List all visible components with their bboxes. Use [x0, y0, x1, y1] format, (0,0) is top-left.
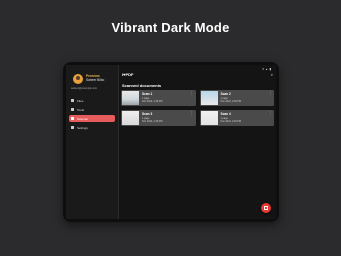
scan-fab-button[interactable]	[261, 203, 271, 213]
sidebar-item-label: Files	[77, 98, 84, 103]
more-options-icon[interactable]: ⋮	[269, 111, 273, 115]
more-options-icon[interactable]: ⋮	[269, 91, 273, 95]
sidebar-item-tools[interactable]: Tools	[69, 106, 115, 113]
document-thumbnail	[122, 91, 139, 105]
app-screen: ▾ ▴ ▮ Premium Saheer Bilbo saheer@exampl…	[66, 65, 276, 219]
document-thumbnail	[122, 111, 139, 125]
document-thumbnail	[200, 91, 218, 105]
document-title: Scan 3	[142, 112, 153, 116]
folder-icon	[71, 99, 74, 102]
sidebar-item-label: Settings	[77, 125, 88, 130]
document-date: Nov 2022, 2:48 PM	[142, 120, 163, 123]
document-meta: 1 page Nov 2022, 2:48 PM	[142, 97, 162, 103]
navigation-drawer: Premium Saheer Bilbo saheer@example.com …	[66, 65, 119, 219]
avatar[interactable]	[73, 74, 83, 84]
sidebar-item-settings[interactable]: Settings	[69, 124, 115, 131]
app-bar: I♥PDF ⌕	[122, 71, 273, 79]
tools-icon	[71, 108, 74, 111]
document-card[interactable]: Scan 3 1 page Nov 2022, 2:48 PM ⋮	[121, 110, 196, 126]
headline: Vibrant Dark Mode	[111, 20, 230, 35]
document-title: Scan 1	[142, 92, 153, 96]
more-options-icon[interactable]: ⋮	[190, 111, 194, 115]
tablet-frame: ▾ ▴ ▮ Premium Saheer Bilbo saheer@exampl…	[63, 62, 279, 222]
document-card[interactable]: Scan 4 1 page Nov 2022, 2:48 PM ⋮	[199, 110, 274, 126]
sidebar-item-label: Tools	[77, 107, 85, 112]
document-date: Nov 2022, 2:48 PM	[142, 100, 163, 103]
user-email: saheer@example.com	[71, 87, 97, 90]
document-date: Nov 2022, 2:48 PM	[220, 120, 241, 123]
sidebar-item-label: Scanner	[77, 116, 89, 121]
document-meta: 1 page Nov 2022, 2:48 PM	[221, 97, 241, 103]
document-title: Scan 2	[220, 92, 231, 96]
main-content: I♥PDF ⌕ Scanned documents Scan 1 1 page …	[119, 65, 276, 219]
document-thumbnail	[200, 111, 218, 125]
document-card[interactable]: Scan 1 1 page Nov 2022, 2:48 PM ⋮	[121, 90, 196, 106]
gear-icon	[71, 126, 74, 129]
more-options-icon[interactable]: ⋮	[190, 91, 194, 95]
sidebar-item-files[interactable]: Files	[69, 97, 115, 104]
document-meta: 1 page Nov 2022, 2:48 PM	[142, 117, 162, 123]
document-title: Scan 4	[220, 112, 231, 116]
search-icon[interactable]: ⌕	[271, 72, 273, 77]
app-logo: I♥PDF	[122, 72, 134, 77]
document-meta: 1 page Nov 2022, 2:48 PM	[221, 117, 241, 123]
documents-grid: Scan 1 1 page Nov 2022, 2:48 PM ⋮ Scan 2…	[121, 90, 274, 126]
section-title: Scanned documents	[122, 83, 162, 88]
user-name: Saheer Bilbo	[86, 78, 105, 82]
drawer-menu: Files Tools Scanner Settings	[69, 97, 115, 133]
sidebar-item-scanner[interactable]: Scanner	[69, 115, 115, 122]
document-card[interactable]: Scan 2 1 page Nov 2022, 2:48 PM ⋮	[199, 90, 274, 106]
scanner-icon	[71, 117, 74, 120]
document-date: Nov 2022, 2:48 PM	[220, 100, 241, 103]
